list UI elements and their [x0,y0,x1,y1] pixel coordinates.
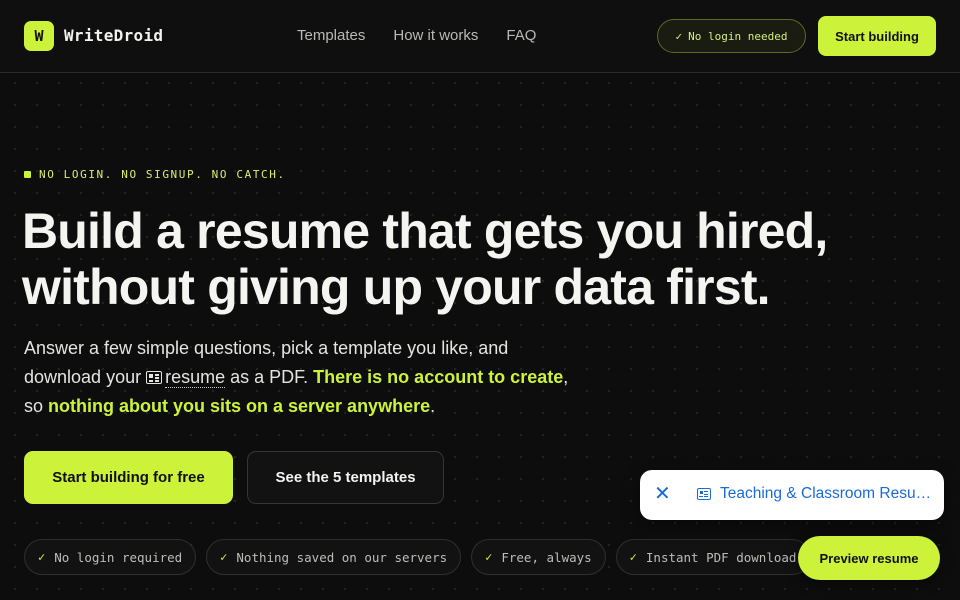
nav-link-templates[interactable]: Templates [297,27,365,44]
nav-link-how-it-works[interactable]: How it works [393,27,478,44]
close-icon[interactable]: ✕ [654,483,671,505]
preview-resume-button[interactable]: Preview resume [798,536,940,580]
feature-chip: ✓ No login required [24,539,197,575]
check-icon: ✓ [485,550,493,564]
eyebrow-dot-icon [24,171,31,178]
feature-chip: ✓ Free, always [471,539,606,575]
check-icon: ✓ [629,550,637,564]
check-icon: ✓ [675,29,683,43]
nav-link-faq[interactable]: FAQ [506,27,536,44]
description-text: as a PDF. [225,367,314,387]
resume-doc-icon [697,488,711,500]
no-login-badge: ✓ No login needed [657,19,806,53]
hero-eyebrow-text: NO LOGIN. NO SIGNUP. NO CATCH. [39,168,286,181]
description-highlight: There is no account to create [313,367,564,387]
feature-label: Free, always [501,549,592,565]
nav-links: Templates How it works FAQ [297,27,536,44]
feature-label: Nothing saved on our servers [236,549,448,565]
resume-term[interactable]: resume [165,367,226,388]
feature-label: Instant PDF download [645,549,797,565]
check-icon: ✓ [38,550,46,564]
top-nav: W WriteDroid Templates How it works FAQ … [0,0,960,73]
feature-chip: ✓ Instant PDF download [615,539,811,575]
template-toast: ✕ Teaching & Classroom Resume [640,470,944,520]
start-building-free-button[interactable]: Start building for free [24,451,233,504]
description-text: . [430,396,436,416]
see-templates-button[interactable]: See the 5 templates [247,451,444,504]
logo-icon[interactable]: W [24,21,54,51]
start-building-nav-button[interactable]: Start building [818,16,936,56]
check-icon: ✓ [220,550,228,564]
resume-doc-icon [146,371,163,384]
toast-template-link[interactable]: Teaching & Classroom Resume [720,485,934,503]
headline-line-2: without giving up your data first. [22,259,771,315]
logo-text[interactable]: WriteDroid [64,26,163,45]
hero-headline: Build a resume that gets you hired, with… [22,203,942,315]
no-login-badge-label: No login needed [688,29,788,43]
feature-label: No login required [54,549,183,565]
headline-line-1: Build a resume that gets you hired, [22,203,828,259]
hero-eyebrow: NO LOGIN. NO SIGNUP. NO CATCH. [24,168,286,181]
feature-chip: ✓ Nothing saved on our servers [206,539,462,575]
hero-description: Answer a few simple questions, pick a te… [24,334,584,421]
description-highlight: nothing about you sits on a server anywh… [48,396,431,416]
